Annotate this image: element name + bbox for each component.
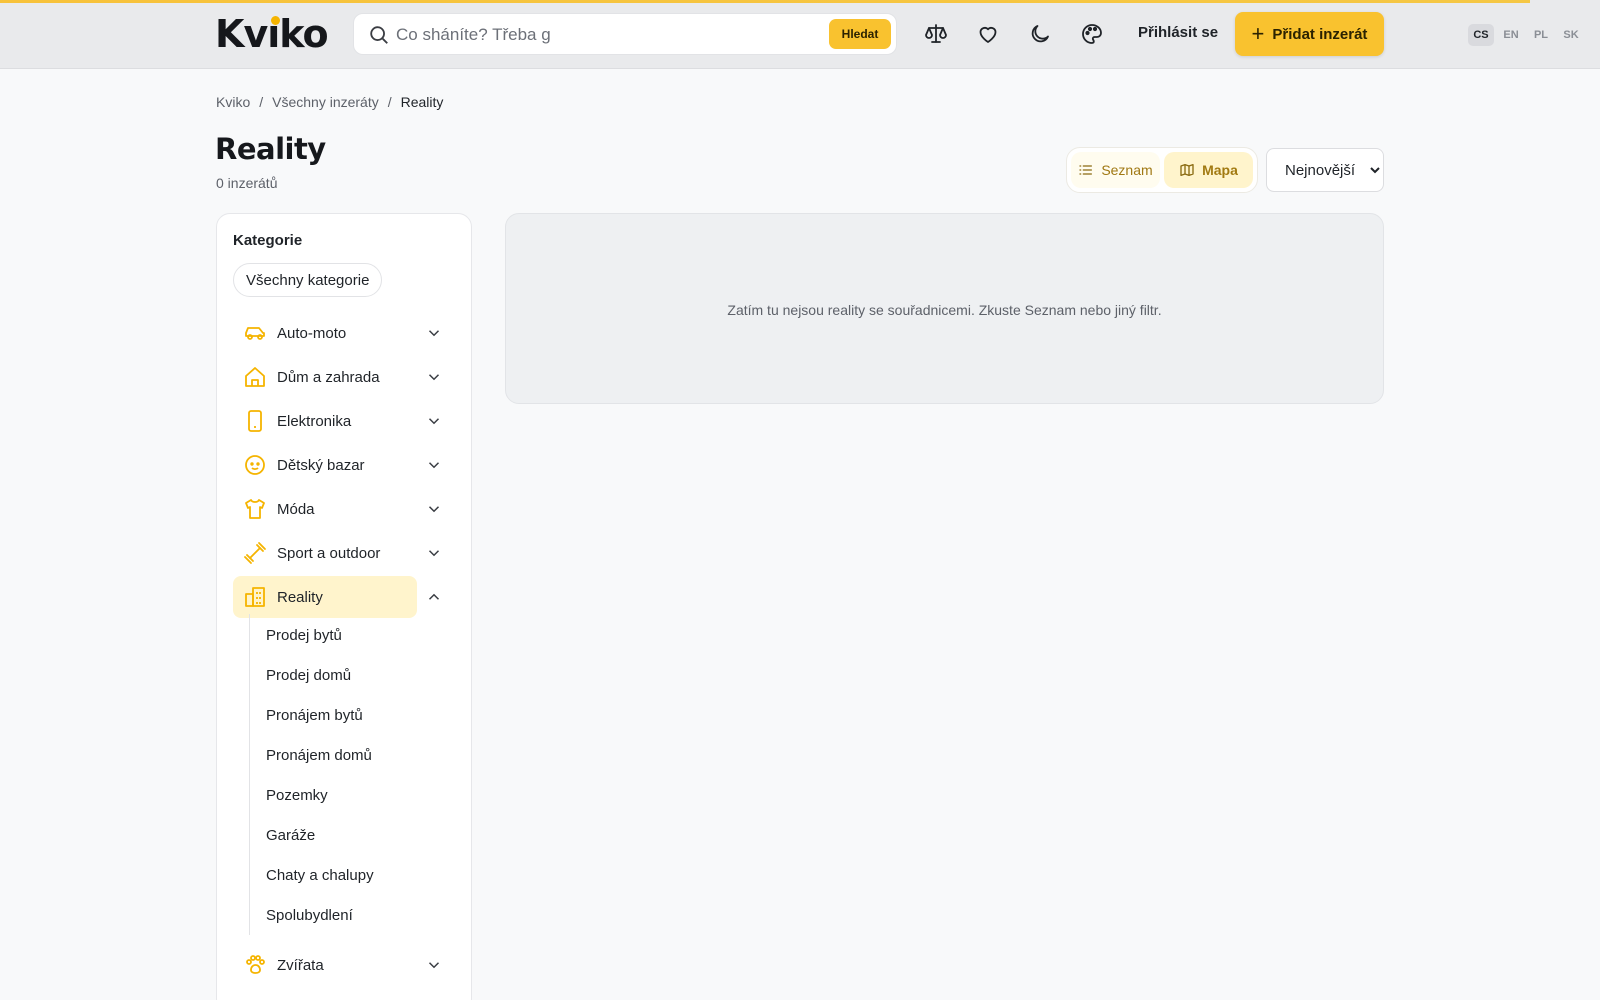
- compare-scale-icon[interactable]: [922, 20, 950, 48]
- sidebar-item-sport-a-outdoor[interactable]: Sport a outdoor: [233, 532, 461, 574]
- chevron-down-icon[interactable]: [425, 368, 443, 386]
- subcategory-item[interactable]: Pronájem domů: [266, 747, 372, 764]
- logo-letter-i: ı: [267, 12, 281, 56]
- phone-icon: [248, 410, 262, 432]
- view-toggle: Seznam Mapa: [1066, 147, 1258, 193]
- sidebar-item-label: Dětský bazar: [277, 457, 365, 474]
- login-link[interactable]: Přihlásit se: [1138, 24, 1218, 41]
- baby-icon: [245, 455, 265, 475]
- add-listing-button[interactable]: + Přidat inzerát: [1235, 12, 1384, 56]
- breadcrumb-current: Reality: [400, 94, 444, 110]
- subcategory-item[interactable]: Chaty a chalupy: [266, 867, 374, 884]
- plus-icon: +: [1251, 21, 1265, 46]
- map-view-button[interactable]: Mapa: [1164, 152, 1253, 188]
- subcategory-item[interactable]: Spolubydlení: [266, 907, 353, 924]
- lang-pl[interactable]: PL: [1528, 24, 1554, 46]
- sidebar-item-label: Sport a outdoor: [277, 545, 381, 562]
- page-title: Reality: [215, 132, 326, 166]
- chevron-up-icon[interactable]: [425, 588, 443, 606]
- subcategory-item[interactable]: Prodej domů: [266, 667, 351, 684]
- search-input[interactable]: [396, 22, 816, 48]
- map-panel: Zatím tu nejsou reality se souřadnicemi.…: [505, 213, 1384, 404]
- reality-subcategory-list: Prodej bytů Prodej domů Pronájem bytů Pr…: [249, 614, 449, 935]
- chevron-down-icon[interactable]: [425, 544, 443, 562]
- car-icon: [245, 327, 265, 340]
- subcategory-item[interactable]: Prodej bytů: [266, 627, 342, 644]
- list-view-label: Seznam: [1101, 162, 1153, 178]
- sidebar-item-label: Dům a zahrada: [277, 369, 380, 386]
- dark-mode-moon-icon[interactable]: [1026, 20, 1054, 48]
- breadcrumb-home[interactable]: Kviko: [216, 94, 250, 110]
- chevron-down-icon[interactable]: [425, 956, 443, 974]
- lang-en[interactable]: EN: [1498, 24, 1524, 46]
- sidebar-item-moda[interactable]: Móda: [233, 488, 461, 530]
- chevron-down-icon[interactable]: [425, 500, 443, 518]
- subcategory-item[interactable]: Pronájem bytů: [266, 707, 363, 724]
- sidebar-item-label: Zvířata: [277, 957, 324, 974]
- add-listing-label: Přidat inzerát: [1272, 25, 1368, 43]
- dumbbell-icon: [244, 542, 266, 564]
- sidebar-item-elektronika[interactable]: Elektronika: [233, 400, 461, 442]
- shirt-icon: [245, 499, 265, 519]
- chevron-down-icon[interactable]: [425, 456, 443, 474]
- listing-count: 0 inzerátů: [216, 175, 278, 191]
- map-view-label: Mapa: [1202, 162, 1238, 178]
- breadcrumb-all-listings[interactable]: Všechny inzeráty: [272, 94, 379, 110]
- favorites-heart-icon[interactable]: [974, 20, 1002, 48]
- search-icon: [368, 24, 390, 51]
- sidebar-item-label: Auto-moto: [277, 325, 347, 342]
- kviko-logo[interactable]: Kvı ko: [215, 12, 329, 56]
- page-progress-bar: [0, 0, 1530, 3]
- paw-icon: [246, 955, 265, 974]
- breadcrumb: Kviko / Všechny inzeráty / Reality: [216, 94, 443, 110]
- subcategory-item[interactable]: Garáže: [266, 827, 315, 844]
- building-icon: [245, 587, 265, 607]
- language-switcher: CS EN PL SK: [1468, 24, 1584, 46]
- sort-select[interactable]: Nejnovější: [1266, 148, 1384, 192]
- lang-cs[interactable]: CS: [1468, 24, 1494, 46]
- search-button[interactable]: Hledat: [829, 19, 891, 49]
- sidebar-item-reality[interactable]: Reality: [233, 576, 461, 618]
- sidebar-item-label: Móda: [277, 501, 315, 518]
- map-icon: [1180, 164, 1194, 176]
- map-empty-message: Zatím tu nejsou reality se souřadnicemi.…: [727, 302, 1162, 318]
- chevron-down-icon[interactable]: [425, 324, 443, 342]
- logo-dot: [271, 16, 281, 25]
- search-bar: Hledat: [353, 13, 897, 55]
- house-icon: [245, 367, 265, 387]
- subcategory-item[interactable]: Pozemky: [266, 787, 328, 804]
- breadcrumb-separator: /: [387, 94, 392, 110]
- breadcrumb-separator: /: [259, 94, 264, 110]
- lang-sk[interactable]: SK: [1558, 24, 1584, 46]
- sidebar-item-label: Elektronika: [277, 413, 352, 430]
- top-header: Kvıko Hledat Přihlásit se + Přidat inzer…: [0, 0, 1600, 69]
- sidebar-heading: Kategorie: [233, 232, 303, 249]
- sidebar-item-dum-a-zahrada[interactable]: Dům a zahrada: [233, 356, 461, 398]
- list-view-button[interactable]: Seznam: [1071, 152, 1160, 188]
- sidebar-item-auto-moto[interactable]: Auto-moto: [233, 312, 461, 354]
- sidebar-item-label: Reality: [277, 589, 323, 606]
- category-sidebar: Kategorie Všechny kategorie Auto-moto Dů…: [216, 213, 472, 1000]
- list-icon: [1079, 165, 1093, 175]
- sidebar-item-zvirata[interactable]: Zvířata: [233, 944, 461, 986]
- chevron-down-icon[interactable]: [425, 412, 443, 430]
- all-categories-button[interactable]: Všechny kategorie: [233, 263, 383, 297]
- theme-palette-icon[interactable]: [1078, 20, 1106, 48]
- sidebar-item-detsky-bazar[interactable]: Dětský bazar: [233, 444, 461, 486]
